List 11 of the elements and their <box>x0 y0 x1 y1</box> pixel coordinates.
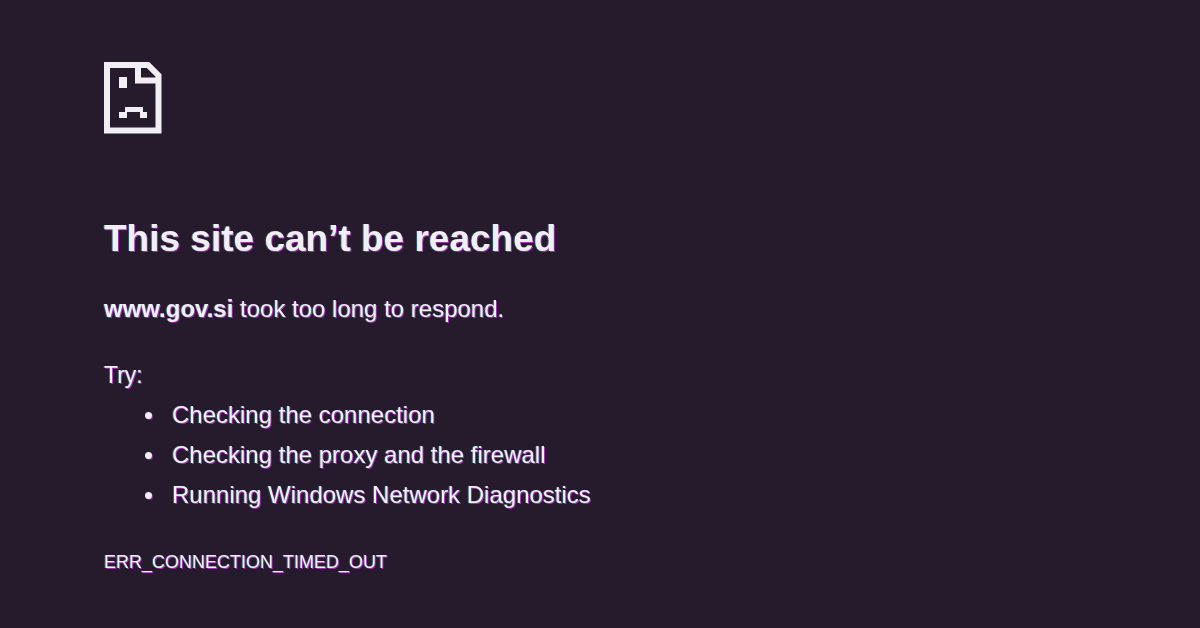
suggestion-text: Checking the proxy and the firewall <box>172 440 546 470</box>
error-code: ERR_CONNECTION_TIMED_OUT <box>104 551 388 574</box>
bullet-icon <box>145 411 152 419</box>
suggestion-text: Running Windows Network Diagnostics <box>172 480 591 510</box>
suggestion-text: Checking the connection <box>172 400 435 430</box>
error-heading: This site can’t be reached <box>104 217 557 261</box>
suggestions-intro: Try: <box>104 361 143 390</box>
sad-document-icon <box>104 62 162 134</box>
error-message: www.gov.si took too long to respond. <box>104 294 505 324</box>
bullet-icon <box>145 491 152 499</box>
bullet-icon <box>145 451 152 459</box>
